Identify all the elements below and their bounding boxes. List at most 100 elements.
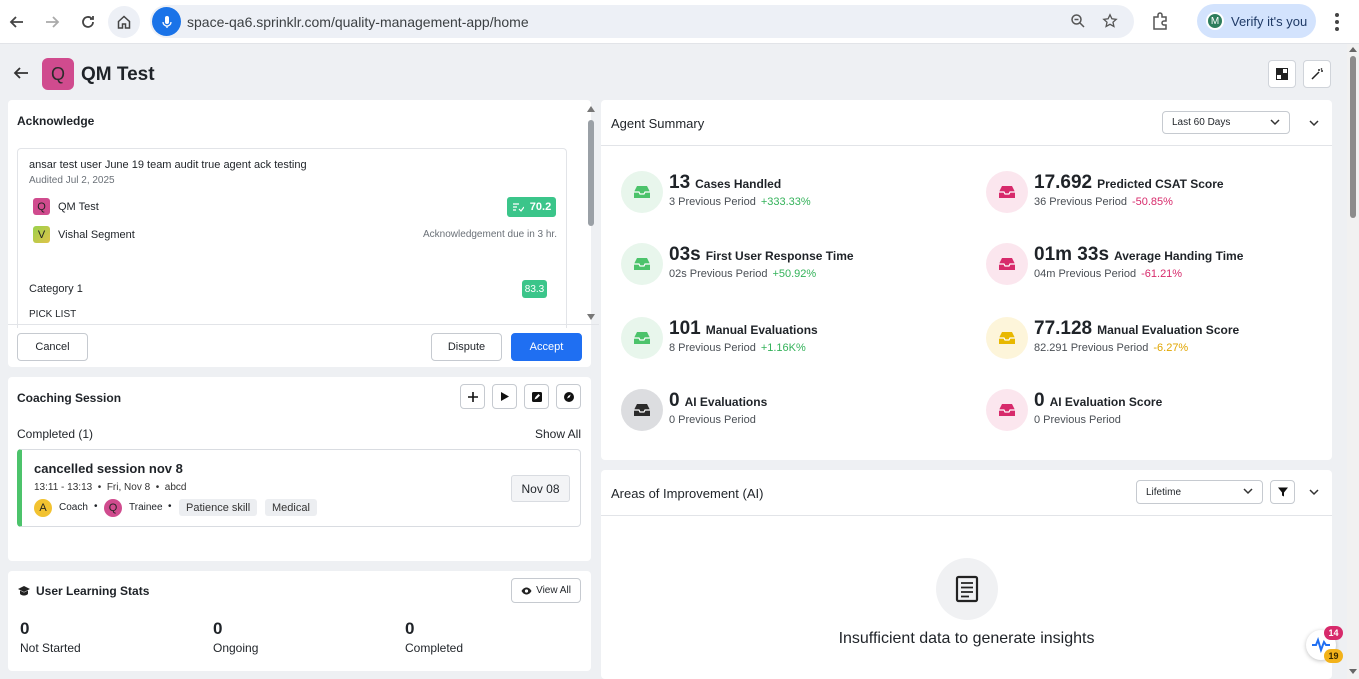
- collapse-chevron-icon[interactable]: [1307, 116, 1321, 130]
- metric-number: 17.692: [1034, 172, 1093, 193]
- stat-label: Completed: [405, 641, 464, 655]
- category-label: Category 1: [29, 283, 83, 295]
- inbox-icon: [621, 317, 663, 359]
- back-icon[interactable]: [3, 8, 31, 36]
- cancel-button[interactable]: Cancel: [17, 333, 88, 361]
- accept-button[interactable]: Accept: [511, 333, 582, 361]
- magic-wand-icon[interactable]: [1303, 60, 1331, 88]
- session-time: 13:11 - 13:13: [34, 482, 93, 493]
- mic-icon[interactable]: [152, 7, 181, 36]
- forward-icon[interactable]: [38, 8, 66, 36]
- trainee-avatar: Q: [104, 499, 122, 517]
- metric-label: Manual Evaluation Score: [1097, 323, 1240, 337]
- aoi-range-select[interactable]: Lifetime: [1136, 480, 1263, 504]
- view-all-button[interactable]: View All: [511, 578, 581, 603]
- graduation-cap-icon: [17, 585, 31, 597]
- metric-previous: 04m Previous Period -61.21%: [1034, 268, 1182, 280]
- audit-item[interactable]: ansar test user June 19 team audit true …: [17, 148, 567, 328]
- change-percent: -61.21%: [1141, 268, 1183, 280]
- quiz-icon[interactable]: [556, 384, 581, 409]
- aoi-range-value: Lifetime: [1146, 486, 1182, 498]
- dispute-button[interactable]: Dispute: [431, 333, 502, 361]
- add-icon[interactable]: [460, 384, 485, 409]
- page-avatar: Q: [42, 58, 74, 90]
- session-extra: abcd: [164, 482, 187, 493]
- previous-period: 36 Previous Period: [1034, 196, 1127, 208]
- browser-menu-icon[interactable]: [1330, 12, 1344, 32]
- audit-score-badge: 70.2: [507, 197, 556, 217]
- metric-number: 0: [1034, 390, 1045, 411]
- acknowledge-title: Acknowledge: [17, 114, 95, 128]
- session-date-badge: Nov 08: [511, 475, 570, 502]
- meta-separator: •: [94, 482, 105, 493]
- address-bar[interactable]: space-qa6.sprinklr.com/quality-managemen…: [150, 5, 1134, 38]
- previous-period: 04m Previous Period: [1034, 268, 1137, 280]
- acknowledgement-due: Acknowledgement due in 3 hr.: [423, 229, 557, 240]
- activity-fab[interactable]: 14 19: [1306, 626, 1343, 663]
- summary-range-select[interactable]: Last 60 Days: [1162, 111, 1290, 134]
- page-scrollbar[interactable]: [1347, 44, 1359, 679]
- agent-summary-title: Agent Summary: [611, 116, 705, 131]
- extensions-icon[interactable]: [1150, 11, 1170, 31]
- session-item[interactable]: cancelled session nov 8 13:11 - 13:13 • …: [17, 449, 581, 527]
- metric-value: 0 AI Evaluations: [669, 390, 767, 412]
- metric-number: 101: [669, 318, 701, 339]
- view-all-label: View All: [536, 585, 571, 596]
- stat-label: Not Started: [20, 641, 81, 655]
- eye-icon: [521, 587, 532, 594]
- show-all-link[interactable]: Show All: [535, 427, 581, 441]
- audit-title: ansar test user June 19 team audit true …: [29, 159, 307, 171]
- filter-icon[interactable]: [1270, 480, 1295, 504]
- coaching-title: Coaching Session: [17, 391, 122, 405]
- metric-value: 17.692 Predicted CSAT Score: [1034, 172, 1224, 194]
- inbox-icon: [986, 317, 1028, 359]
- reload-icon[interactable]: [74, 8, 102, 36]
- metric-value: 03s First User Response Time: [669, 244, 854, 266]
- edit-note-icon[interactable]: [524, 384, 549, 409]
- bookmark-star-icon[interactable]: [1101, 12, 1119, 30]
- inbox-icon: [986, 389, 1028, 431]
- coach-avatar: A: [34, 499, 52, 517]
- previous-period: 0 Previous Period: [1034, 414, 1121, 426]
- home-icon[interactable]: [108, 6, 140, 38]
- alert-badge: 19: [1324, 649, 1343, 663]
- collapse-chevron-icon[interactable]: [1307, 485, 1321, 499]
- metric-number: 77.128: [1034, 318, 1093, 339]
- stat-value: 0: [405, 619, 415, 638]
- zoom-icon[interactable]: [1069, 12, 1087, 30]
- metric-previous: 0 Previous Period: [669, 414, 756, 426]
- change-percent: +50.92%: [772, 268, 817, 280]
- profile-verify-button[interactable]: M Verify it's you: [1197, 4, 1316, 38]
- previous-period: 8 Previous Period: [669, 342, 756, 354]
- metric-number: 0: [669, 390, 680, 411]
- page-back-icon[interactable]: [12, 64, 30, 82]
- areas-of-improvement-card: Areas of Improvement (AI) Lifetime Insuf…: [601, 470, 1332, 679]
- learning-card: User Learning Stats View All 0 Not Start…: [8, 571, 591, 671]
- change-percent: +1.16K%: [760, 342, 806, 354]
- layout-icon[interactable]: [1268, 60, 1296, 88]
- play-icon[interactable]: [492, 384, 517, 409]
- metric-previous: 8 Previous Period +1.16K%: [669, 342, 806, 354]
- qm-avatar: Q: [33, 198, 50, 215]
- inbox-icon: [986, 171, 1028, 213]
- tag-pill: Medical: [265, 499, 317, 516]
- tag-pill: Patience skill: [179, 499, 258, 516]
- qm-label: QM Test: [58, 201, 99, 213]
- metric-label: AI Evaluation Score: [1049, 395, 1163, 409]
- metric-previous: 3 Previous Period +333.33%: [669, 196, 811, 208]
- metric-value: 01m 33s Average Handing Time: [1034, 244, 1243, 266]
- metric-previous: 82.291 Previous Period -6.27%: [1034, 342, 1188, 354]
- acknowledge-scrollbar[interactable]: [586, 104, 596, 320]
- metric-number: 01m 33s: [1034, 244, 1110, 265]
- profile-avatar: M: [1206, 12, 1224, 30]
- metric-value: 101 Manual Evaluations: [669, 318, 818, 340]
- agent-summary-card: Agent Summary Last 60 Days 13 Cases Handl…: [601, 100, 1332, 460]
- audit-score: 70.2: [529, 201, 552, 213]
- stat-value: 0: [213, 619, 223, 638]
- inbox-icon: [986, 243, 1028, 285]
- metric-value: 77.128 Manual Evaluation Score: [1034, 318, 1239, 340]
- coaching-card: Coaching Session Completed (1) Show All …: [8, 377, 591, 561]
- metric-label: Predicted CSAT Score: [1097, 177, 1224, 191]
- metric-value: 0 AI Evaluation Score: [1034, 390, 1162, 412]
- previous-period: 82.291 Previous Period: [1034, 342, 1149, 354]
